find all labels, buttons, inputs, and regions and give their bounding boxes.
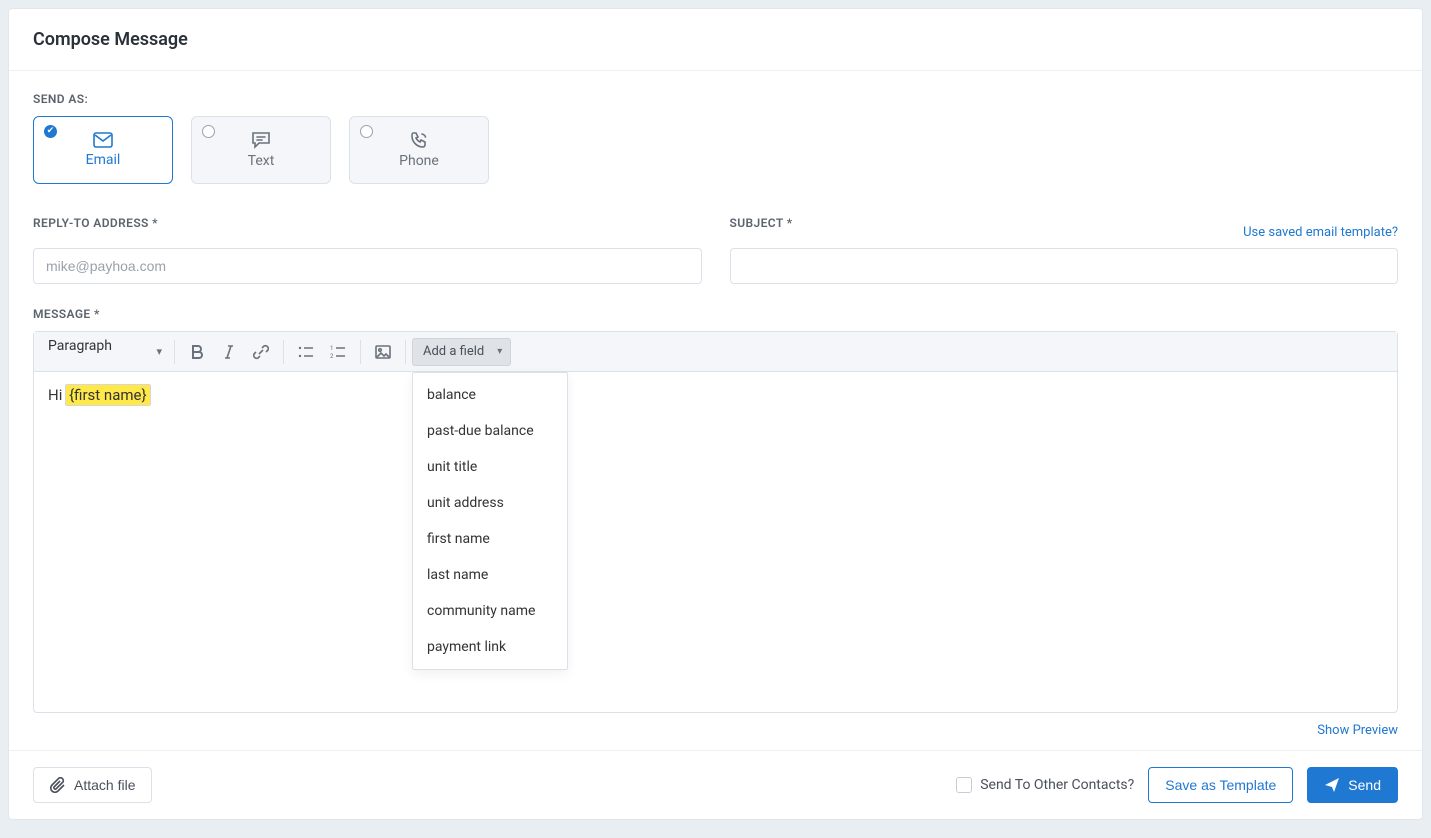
field-option-payment-link[interactable]: payment link xyxy=(413,629,567,665)
add-field-button[interactable]: Add a field ▾ xyxy=(412,338,511,366)
send-as-email-label: Email xyxy=(86,152,121,168)
editor-footer-row: Show Preview xyxy=(33,713,1398,738)
radio-unselected-icon xyxy=(360,125,373,138)
field-option-balance[interactable]: balance xyxy=(413,377,567,413)
send-as-label: SEND AS: xyxy=(33,92,88,106)
message-body[interactable]: Hi {first name} xyxy=(34,372,1397,712)
send-button[interactable]: Send xyxy=(1307,767,1398,803)
add-field-label: Add a field xyxy=(423,344,484,359)
subject-label: SUBJECT * xyxy=(730,216,793,230)
format-select-value: Paragraph xyxy=(40,338,168,366)
link-button[interactable] xyxy=(245,336,277,368)
radio-unselected-icon xyxy=(202,125,215,138)
field-option-first-name[interactable]: first name xyxy=(413,521,567,557)
reply-to-label: REPLY-TO ADDRESS * xyxy=(33,216,158,230)
field-option-community-name[interactable]: community name xyxy=(413,593,567,629)
bullet-list-button[interactable] xyxy=(290,336,322,368)
svg-text:1: 1 xyxy=(330,345,333,352)
radio-selected-icon xyxy=(44,125,57,138)
reply-to-input[interactable] xyxy=(33,248,702,284)
toolbar-separator xyxy=(405,340,406,364)
field-option-unit-title[interactable]: unit title xyxy=(413,449,567,485)
send-as-text-label: Text xyxy=(248,153,275,169)
send-as-phone-label: Phone xyxy=(399,153,439,169)
subject-input[interactable] xyxy=(730,248,1399,284)
page-title: Compose Message xyxy=(33,29,1398,50)
send-label: Send xyxy=(1348,777,1381,793)
subject-col: SUBJECT * Use saved email template? xyxy=(730,216,1399,284)
attach-file-label: Attach file xyxy=(74,777,135,793)
message-section: MESSAGE * Paragraph ▾ xyxy=(33,306,1398,738)
field-option-unit-address[interactable]: unit address xyxy=(413,485,567,521)
attach-file-button[interactable]: Attach file xyxy=(33,767,152,803)
card-header: Compose Message xyxy=(9,9,1422,71)
add-field-menu: balance past-due balance unit title unit… xyxy=(412,372,568,670)
toolbar-separator xyxy=(283,340,284,364)
field-option-last-name[interactable]: last name xyxy=(413,557,567,593)
send-other-contacts-label: Send To Other Contacts? xyxy=(980,777,1134,793)
image-button[interactable] xyxy=(367,336,399,368)
paperclip-icon xyxy=(50,777,66,793)
send-as-text-option[interactable]: Text xyxy=(191,116,331,184)
save-template-button[interactable]: Save as Template xyxy=(1148,767,1293,803)
send-as-phone-option[interactable]: Phone xyxy=(349,116,489,184)
merge-tag-first-name[interactable]: {first name} xyxy=(66,385,149,405)
add-field-dropdown[interactable]: Add a field ▾ balance past-due balance u… xyxy=(412,338,511,366)
numbered-list-button[interactable]: 12 xyxy=(322,336,354,368)
checkbox-unchecked-icon xyxy=(956,777,972,793)
svg-text:2: 2 xyxy=(330,353,334,359)
italic-button[interactable] xyxy=(213,336,245,368)
field-option-past-due-balance[interactable]: past-due balance xyxy=(413,413,567,449)
show-preview-link[interactable]: Show Preview xyxy=(1317,723,1398,738)
send-as-email-option[interactable]: Email xyxy=(33,116,173,184)
use-template-link[interactable]: Use saved email template? xyxy=(1243,225,1398,240)
footer-right: Send To Other Contacts? Save as Template… xyxy=(956,767,1398,803)
send-as-section: SEND AS: Email xyxy=(33,91,1398,184)
message-label: MESSAGE * xyxy=(33,307,100,321)
phone-icon xyxy=(410,131,428,149)
chevron-down-icon: ▾ xyxy=(497,346,502,357)
editor-toolbar: Paragraph ▾ xyxy=(34,332,1397,372)
toolbar-separator xyxy=(174,340,175,364)
card-body: SEND AS: Email xyxy=(9,71,1422,750)
reply-to-col: REPLY-TO ADDRESS * xyxy=(33,216,702,284)
format-select[interactable]: Paragraph ▾ xyxy=(40,338,168,366)
envelope-icon xyxy=(93,132,113,148)
address-subject-row: REPLY-TO ADDRESS * SUBJECT * Use saved e… xyxy=(33,216,1398,284)
bold-button[interactable] xyxy=(181,336,213,368)
toolbar-separator xyxy=(360,340,361,364)
rich-text-editor: Paragraph ▾ xyxy=(33,331,1398,713)
paper-plane-icon xyxy=(1324,777,1340,793)
send-as-options: Email Text xyxy=(33,116,1398,184)
card-footer: Attach file Send To Other Contacts? Save… xyxy=(9,750,1422,819)
send-other-contacts-toggle[interactable]: Send To Other Contacts? xyxy=(956,777,1134,793)
compose-card: Compose Message SEND AS: Email xyxy=(8,8,1423,820)
chat-icon xyxy=(251,131,271,149)
message-text: Hi xyxy=(48,386,66,404)
save-template-label: Save as Template xyxy=(1165,777,1276,793)
